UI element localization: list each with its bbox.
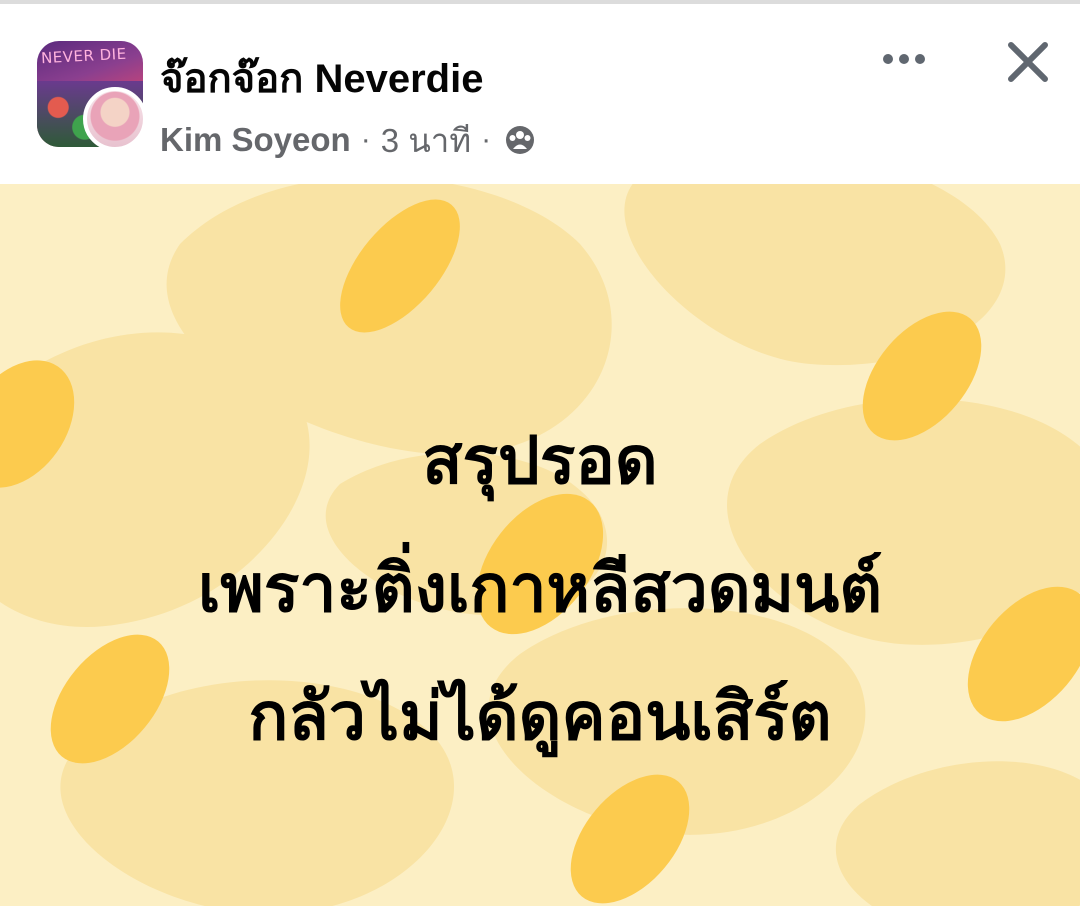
group-avatar-logo-text: NEVER DIE xyxy=(40,44,128,68)
author-name[interactable]: Kim Soyeon xyxy=(160,121,351,159)
meta-separator: · xyxy=(481,123,492,156)
user-avatar[interactable] xyxy=(83,87,147,151)
close-icon xyxy=(1008,42,1048,82)
post-text: สรุปรอด เพราะติ่งเกาหลีสวดมนต์ กลัวไม่ได… xyxy=(0,397,1080,781)
post-background: สรุปรอด เพราะติ่งเกาหลีสวดมนต์ กลัวไม่ได… xyxy=(0,184,1080,906)
post-time[interactable]: 3 นาที xyxy=(381,114,471,167)
post-text-line-2: เพราะติ่งเกาหลีสวดมนต์ xyxy=(197,550,883,627)
post-header: NEVER DIE จ๊อกจ๊อก Neverdie Kim Soyeon ·… xyxy=(0,4,1080,184)
post-meta: Kim Soyeon · 3 นาที · xyxy=(160,118,537,162)
more-options-icon xyxy=(883,54,925,64)
group-name[interactable]: จ๊อกจ๊อก Neverdie xyxy=(160,46,483,110)
group-audience-icon[interactable] xyxy=(503,123,537,157)
post-text-line-1: สรุปรอด xyxy=(422,422,658,499)
more-options-button[interactable] xyxy=(874,34,934,84)
post-text-line-3: กลัวไม่ได้ดูคอนเสิร์ต xyxy=(248,678,832,755)
meta-separator: · xyxy=(360,123,371,156)
close-button[interactable] xyxy=(998,34,1058,90)
